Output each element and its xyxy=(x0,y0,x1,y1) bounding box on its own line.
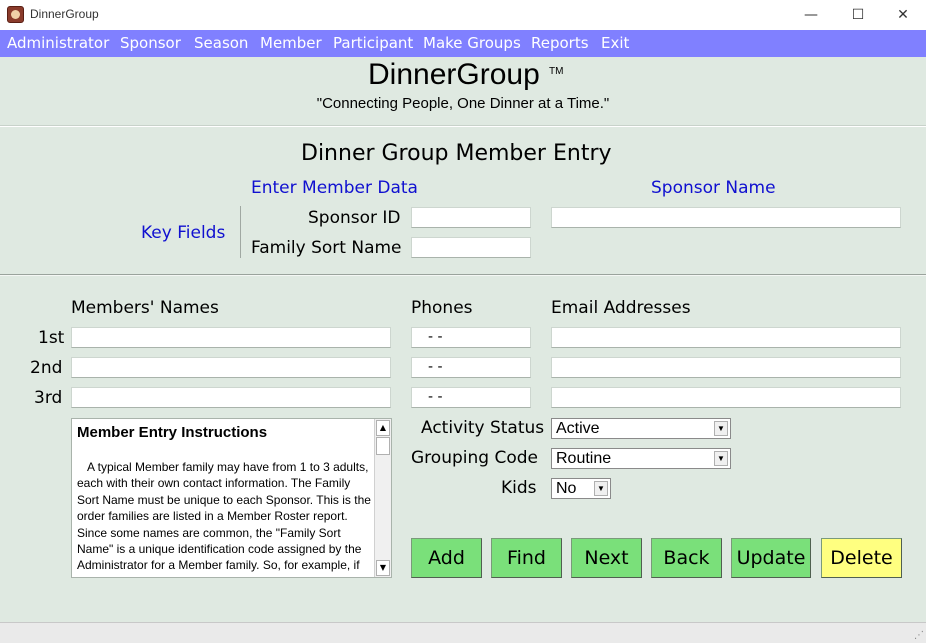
kids-value: No xyxy=(556,480,577,497)
minimize-button[interactable]: — xyxy=(788,0,834,30)
menu-make-groups[interactable]: Make Groups xyxy=(423,34,521,52)
menu-member[interactable]: Member xyxy=(260,34,322,52)
slogan: "Connecting People, One Dinner at a Time… xyxy=(316,95,610,112)
maximize-button[interactable]: ☐ xyxy=(835,0,881,30)
scroll-thumb[interactable] xyxy=(376,437,390,455)
instructions-text: A typical Member family may have from 1 … xyxy=(77,460,371,577)
menu-exit[interactable]: Exit xyxy=(601,34,629,52)
update-button[interactable]: Update xyxy=(731,538,811,578)
next-button[interactable]: Next xyxy=(571,538,642,578)
member-name-field[interactable] xyxy=(71,327,391,348)
menu-season[interactable]: Season xyxy=(194,34,248,52)
close-button[interactable]: ✕ xyxy=(880,0,926,30)
resize-grip-icon[interactable]: ⋰ xyxy=(914,630,924,641)
instructions-box[interactable]: Member Entry Instructions A typical Memb… xyxy=(71,418,392,578)
phones-header: Phones xyxy=(411,298,473,318)
scroll-up-arrow-icon[interactable]: ▲ xyxy=(376,420,390,436)
menu-reports[interactable]: Reports xyxy=(531,34,589,52)
member-name-field[interactable] xyxy=(71,357,391,378)
title-bar: DinnerGroup — ☐ ✕ xyxy=(0,0,926,30)
brand-name: DinnerGroup xyxy=(368,58,540,91)
kids-select[interactable]: No ▼ xyxy=(551,478,611,499)
activity-status-select[interactable]: Active ▼ xyxy=(551,418,731,439)
member-phone-field[interactable]: - - xyxy=(411,327,531,348)
menu-participant[interactable]: Participant xyxy=(333,34,413,52)
key-fields-separator xyxy=(240,206,241,258)
sponsor-name-field[interactable] xyxy=(551,207,901,228)
divider-middle xyxy=(0,274,926,276)
sponsor-id-field[interactable] xyxy=(411,207,531,228)
activity-status-value: Active xyxy=(556,420,600,437)
app-icon xyxy=(7,6,24,23)
chevron-down-icon[interactable]: ▼ xyxy=(714,451,728,466)
member-email-field[interactable] xyxy=(551,357,901,378)
kids-label: Kids xyxy=(501,478,537,498)
member-name-field[interactable] xyxy=(71,387,391,408)
menu-sponsor[interactable]: Sponsor xyxy=(120,34,181,52)
scroll-down-arrow-icon[interactable]: ▼ xyxy=(376,560,390,576)
chevron-down-icon[interactable]: ▼ xyxy=(714,421,728,436)
activity-status-label: Activity Status xyxy=(421,418,545,438)
grouping-code-label: Grouping Code xyxy=(411,448,538,468)
key-fields-label: Key Fields xyxy=(141,223,226,243)
member-row-label: 2nd xyxy=(30,358,63,378)
member-email-field[interactable] xyxy=(551,327,901,348)
delete-button[interactable]: Delete xyxy=(821,538,902,578)
member-phone-field[interactable]: - - xyxy=(411,357,531,378)
member-phone-field[interactable]: - - xyxy=(411,387,531,408)
family-sort-name-label: Family Sort Name xyxy=(251,238,402,258)
window-title: DinnerGroup xyxy=(30,7,99,21)
status-bar: ⋰ xyxy=(0,622,926,643)
members-names-header: Members' Names xyxy=(71,298,219,318)
grouping-code-select[interactable]: Routine ▼ xyxy=(551,448,731,469)
menu-bar: Administrator Sponsor Season Member Part… xyxy=(0,30,926,57)
instructions-scrollbar[interactable]: ▲ ▼ xyxy=(374,419,391,577)
member-row-label: 1st xyxy=(38,328,65,348)
trademark-mark: TM xyxy=(549,66,564,77)
grouping-code-value: Routine xyxy=(556,450,612,467)
add-button[interactable]: Add xyxy=(411,538,482,578)
divider-top xyxy=(0,125,926,127)
form-title: Dinner Group Member Entry xyxy=(301,141,612,166)
member-email-field[interactable] xyxy=(551,387,901,408)
sponsor-id-label: Sponsor ID xyxy=(308,208,401,228)
chevron-down-icon[interactable]: ▼ xyxy=(594,481,608,496)
member-row-label: 3rd xyxy=(34,388,63,408)
instructions-heading: Member Entry Instructions xyxy=(77,424,268,441)
back-button[interactable]: Back xyxy=(651,538,722,578)
enter-member-data-label: Enter Member Data xyxy=(251,178,418,198)
sponsor-name-label: Sponsor Name xyxy=(651,178,776,198)
family-sort-name-field[interactable] xyxy=(411,237,531,258)
find-button[interactable]: Find xyxy=(491,538,562,578)
menu-administrator[interactable]: Administrator xyxy=(7,34,109,52)
email-addresses-header: Email Addresses xyxy=(551,298,691,318)
